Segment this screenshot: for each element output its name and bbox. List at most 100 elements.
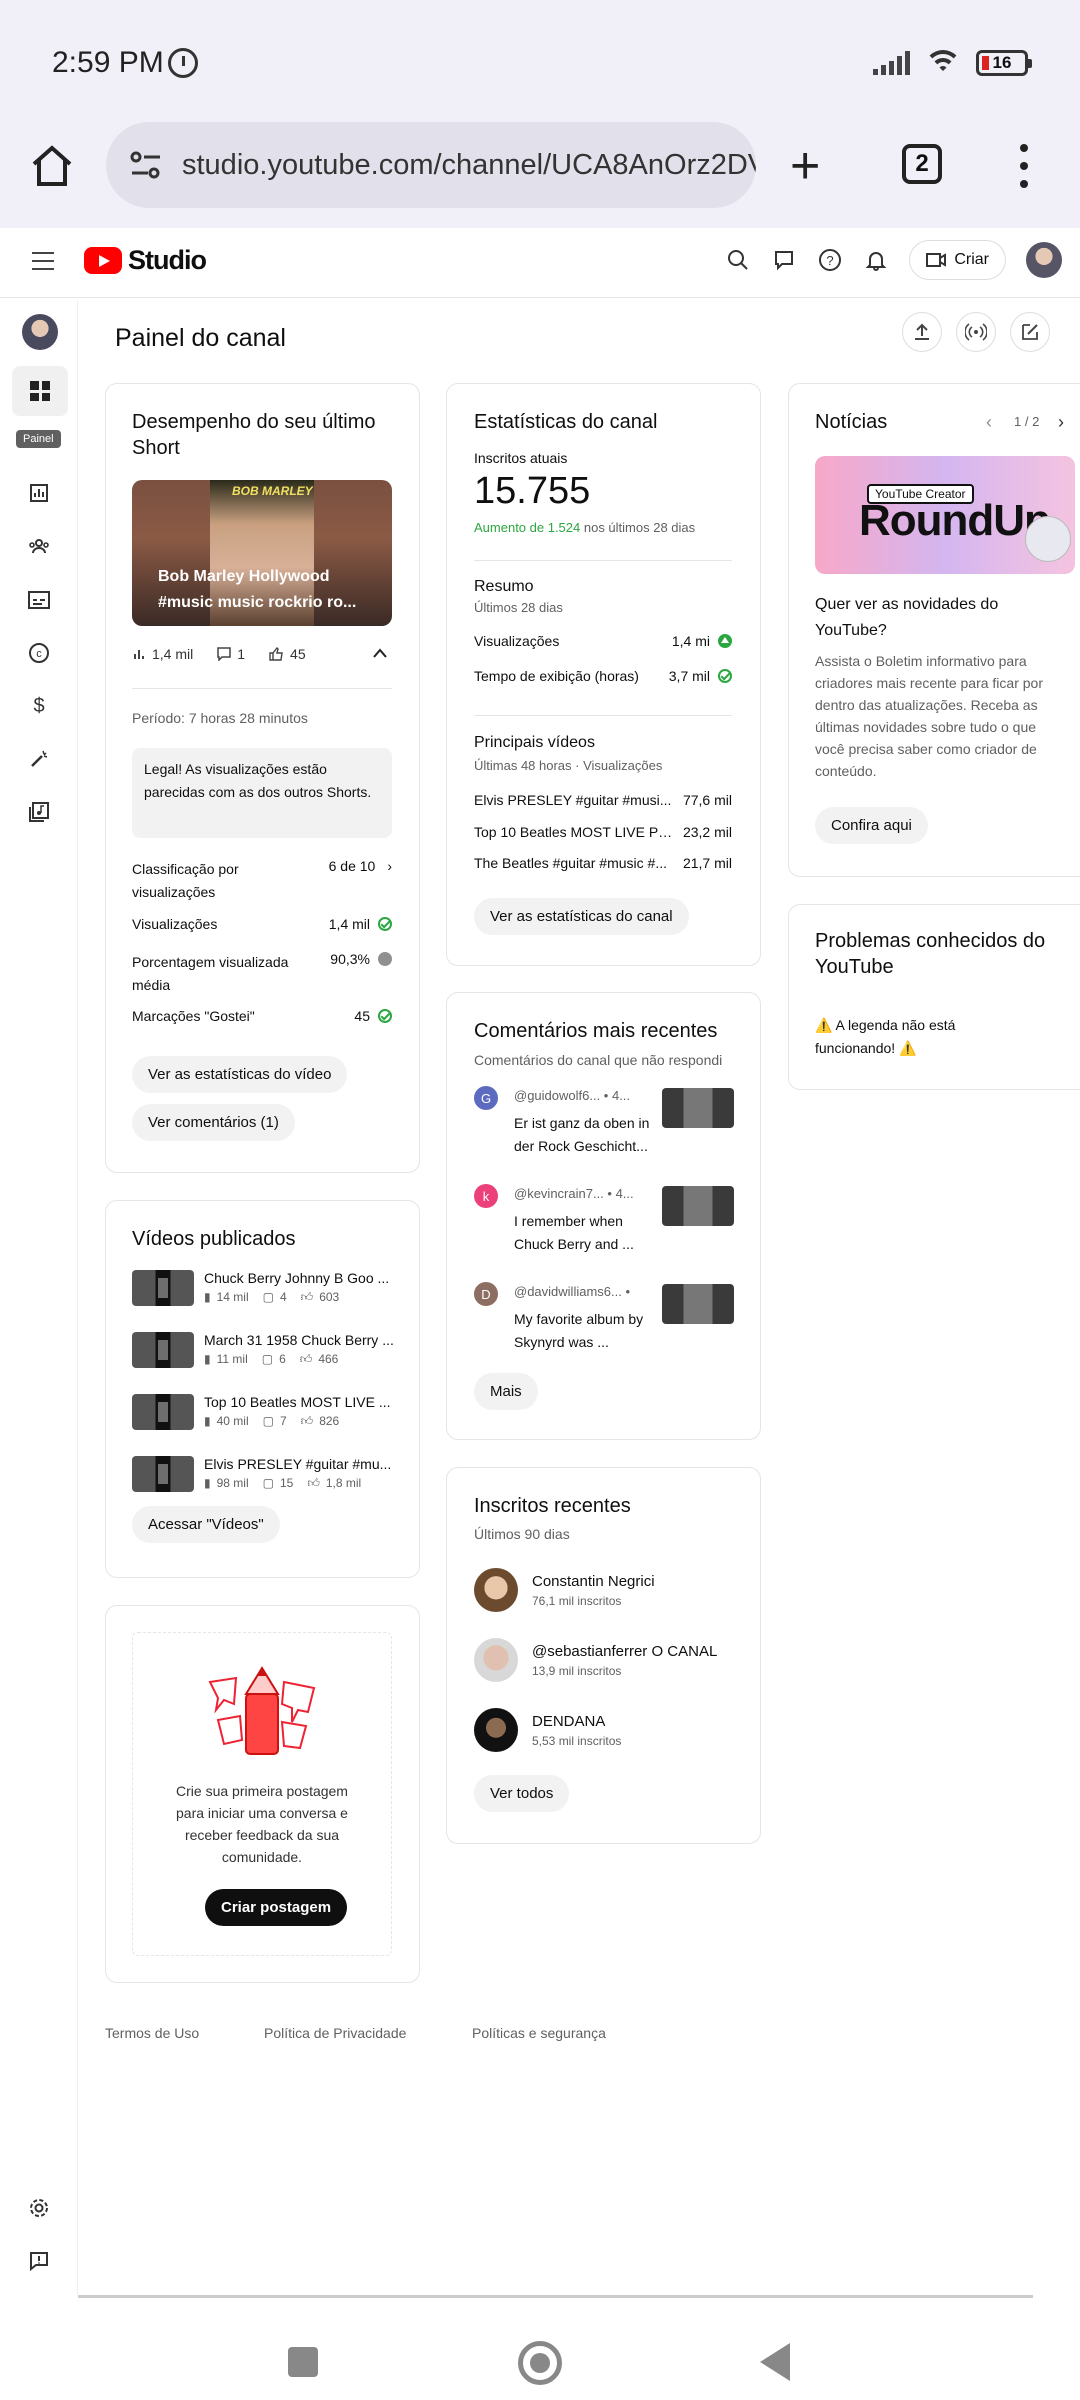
bell-icon[interactable] <box>863 247 889 273</box>
comment-icon[interactable] <box>771 247 797 273</box>
help-icon[interactable]: ? <box>817 247 843 273</box>
subscriber-avatar <box>474 1708 518 1752</box>
audio-library-icon[interactable] <box>26 799 52 825</box>
monetization-icon[interactable]: $ <box>26 693 52 719</box>
commenter-avatar: D <box>474 1282 498 1306</box>
news-image[interactable]: YouTube Creator RoundUp <box>815 456 1075 574</box>
more-options-icon[interactable] <box>1020 144 1028 188</box>
create-post-cta[interactable]: Criar postagem <box>205 1889 348 1926</box>
video-stats-button[interactable]: Ver as estatísticas do vídeo <box>132 1056 348 1093</box>
view-all-subscribers-button[interactable]: Ver todos <box>474 1775 570 1812</box>
go-live-button[interactable] <box>956 312 996 352</box>
site-settings-icon[interactable] <box>126 145 166 185</box>
home-icon[interactable] <box>28 142 76 190</box>
create-post-button[interactable] <box>1010 312 1050 352</box>
row-label: Visualizações <box>132 916 218 932</box>
published-title: Vídeos publicados <box>132 1228 296 1250</box>
feedback-icon[interactable] <box>26 2248 52 2274</box>
account-avatar[interactable] <box>1026 242 1062 278</box>
short-insight: Legal! As visualizações estão parecidas … <box>132 748 392 838</box>
channel-avatar[interactable] <box>22 314 58 350</box>
collapse-chevron-icon[interactable] <box>372 648 388 658</box>
subscriber-item[interactable]: @sebastianferrer O CANAL 13,9 mil inscrit… <box>474 1638 717 1682</box>
status-bar: 2:59 PM 16 <box>0 0 1080 120</box>
video-likes: 466 <box>318 1352 339 1366</box>
published-video-item[interactable]: Chuck Berry Johnny B Goo ... ▮ 14 mil ▢ 4 👍︎ 6… <box>132 1270 394 1306</box>
sidebar-item-dashboard[interactable] <box>12 366 68 416</box>
recents-icon[interactable] <box>288 2347 318 2377</box>
published-video-item[interactable]: Elvis PRESLEY #guitar #mu... ▮ 98 mil ▢ 15 👍︎… <box>132 1456 394 1492</box>
menu-icon[interactable] <box>32 252 54 270</box>
short-avg-viewed-row: Porcentagem visualizada média 90,3% <box>132 951 392 997</box>
create-button[interactable]: Criar <box>909 240 1006 280</box>
published-video-item[interactable]: March 31 1958 Chuck Berry ... ▮ 11 mil ▢ 6 👍︎… <box>132 1332 394 1368</box>
subscriber-item[interactable]: Constantin Negrici 76,1 mil inscritos <box>474 1568 655 1612</box>
short-stats: 1,4 mil 1 45 <box>132 646 306 662</box>
row-label: Visualizações <box>474 633 560 649</box>
news-headline: Quer ver as novidades do YouTube? <box>815 596 999 639</box>
news-next-icon[interactable]: › <box>1058 412 1064 433</box>
copyright-icon[interactable]: c <box>26 640 52 666</box>
news-prev-icon[interactable]: ‹ <box>986 412 992 433</box>
row-value: 1,4 mi <box>671 633 710 649</box>
top-video-row[interactable]: Top 10 Beatles MOST LIVE PE... 23,2 mil <box>474 824 732 840</box>
customization-icon[interactable] <box>26 746 52 772</box>
published-video-item[interactable]: Top 10 Beatles MOST LIVE ... ▮ 40 mil ▢ 7 👍︎ 8… <box>132 1394 394 1430</box>
sidebar: Painel c $ <box>0 300 78 2295</box>
summary-title: Resumo <box>474 578 534 595</box>
youtube-studio-logo[interactable]: Studio <box>84 245 207 276</box>
channel-stats-button[interactable]: Ver as estatísticas do canal <box>474 898 689 935</box>
comment-text: I remember when Chuck Berry and ... <box>514 1213 634 1252</box>
search-icon[interactable] <box>725 247 751 273</box>
address-bar[interactable]: studio.youtube.com/channel/UCA8AnOrz2DV <box>106 122 756 208</box>
balloon-icon <box>1025 516 1071 562</box>
video-comments: 7 <box>279 1414 287 1428</box>
comment-item[interactable]: D @davidwilliams6... • My favorite album … <box>474 1282 734 1362</box>
check-icon <box>378 917 392 931</box>
short-card-title: Desempenho do seu último Short <box>132 411 376 459</box>
videos-link-button[interactable]: Acessar "Vídeos" <box>132 1506 280 1543</box>
top-video-row[interactable]: The Beatles #guitar #music #... 21,7 mil <box>474 855 732 871</box>
privacy-link[interactable]: Política de Privacidade <box>264 2025 406 2041</box>
top-video-row[interactable]: Elvis PRESLEY #guitar #musi... 77,6 mil <box>474 792 732 808</box>
studio-header: Studio ? Criar <box>0 228 1080 298</box>
video-title: Elvis PRESLEY #guitar #mu... <box>204 1456 392 1472</box>
dashboard-icon <box>30 381 50 401</box>
short-thumbnail[interactable]: BOB MARLEY Bob Marley Hollywood #music m… <box>132 480 392 626</box>
home-nav-icon[interactable] <box>518 2341 562 2385</box>
commenter-avatar: k <box>474 1184 498 1208</box>
terms-link[interactable]: Termos de Uso <box>105 2025 199 2041</box>
svg-text:c: c <box>36 648 42 660</box>
views-icon: ▮ <box>204 1476 211 1490</box>
subscriber-item[interactable]: DENDANA 5,53 mil inscritos <box>474 1708 621 1752</box>
subtitles-icon[interactable] <box>26 587 52 613</box>
subscriber-count: 13,9 mil inscritos <box>532 1663 622 1678</box>
tab-switcher-button[interactable]: 2 <box>902 144 942 184</box>
community-icon[interactable] <box>26 533 52 559</box>
comment-item[interactable]: G @guidowolf6... • 4... Er ist ganz da obe… <box>474 1086 734 1166</box>
view-comments-button[interactable]: Ver comentários (1) <box>132 1104 295 1141</box>
comments-icon: ▢ <box>262 1414 274 1428</box>
analytics-icon[interactable] <box>26 480 52 506</box>
back-icon[interactable] <box>760 2343 790 2381</box>
news-cta-button[interactable]: Confira aqui <box>815 807 928 844</box>
subscriber-count: 5,53 mil inscritos <box>532 1733 622 1748</box>
video-likes: 603 <box>319 1290 340 1304</box>
safety-link[interactable]: Políticas e segurança <box>472 2025 606 2041</box>
upload-button[interactable] <box>902 312 942 352</box>
live-icon <box>965 323 987 341</box>
battery-level: 16 <box>992 53 1012 72</box>
comment-item[interactable]: k @kevincrain7... • 4... I remember when C… <box>474 1184 734 1264</box>
more-comments-button[interactable]: Mais <box>474 1373 538 1410</box>
check-icon <box>378 1009 392 1023</box>
studio-wordmark: Studio <box>128 245 207 275</box>
views-icon: ▮ <box>204 1414 211 1428</box>
summary-row: Visualizações 1,4 mi <box>474 633 732 649</box>
signal-icon <box>873 51 910 75</box>
settings-icon[interactable] <box>26 2195 52 2221</box>
video-thumbnail <box>132 1394 194 1430</box>
new-tab-icon[interactable]: + <box>790 140 820 192</box>
comments-title: Comentários mais recentes <box>474 1020 718 1042</box>
comments-subtitle: Comentários do canal que não respondi <box>474 1052 723 1068</box>
short-rank-row[interactable]: Classificação por visualizações 6 de 10 › <box>132 858 392 904</box>
